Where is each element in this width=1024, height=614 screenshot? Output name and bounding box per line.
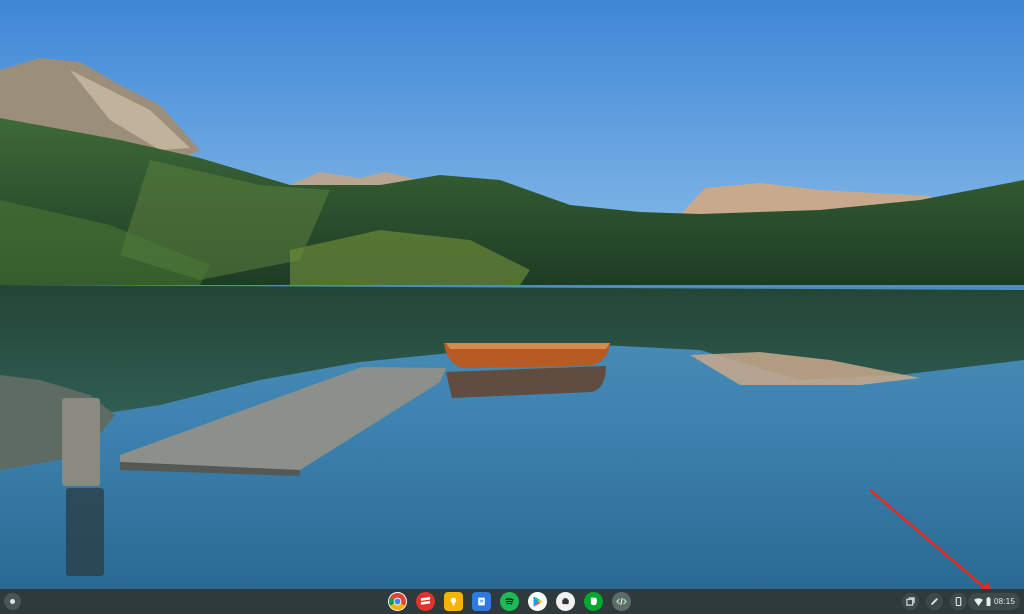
shelf: 08:15 [0, 589, 1024, 614]
evernote-icon[interactable] [584, 592, 603, 611]
clock: 08:15 [994, 597, 1016, 606]
desktop[interactable] [0, 0, 1024, 589]
tray-buttons [902, 593, 967, 610]
battery-icon [986, 597, 991, 606]
pinned-apps [388, 592, 631, 611]
phone-hub-icon[interactable] [950, 593, 967, 610]
stylus-icon[interactable] [926, 593, 943, 610]
docs-icon[interactable] [472, 592, 491, 611]
wifi-icon [974, 597, 983, 606]
status-area[interactable]: 08:15 [968, 593, 1020, 610]
overview-icon[interactable] [902, 593, 919, 610]
app-white-icon[interactable] [556, 592, 575, 611]
spotify-icon[interactable] [500, 592, 519, 611]
keep-icon[interactable] [444, 592, 463, 611]
wallpaper [0, 0, 1024, 589]
play-store-icon[interactable] [528, 592, 547, 611]
chrome-icon[interactable] [388, 592, 407, 611]
dev-tools-icon[interactable] [612, 592, 631, 611]
launcher-icon [10, 599, 15, 604]
launcher-button[interactable] [4, 593, 21, 610]
files-red-icon[interactable] [416, 592, 435, 611]
